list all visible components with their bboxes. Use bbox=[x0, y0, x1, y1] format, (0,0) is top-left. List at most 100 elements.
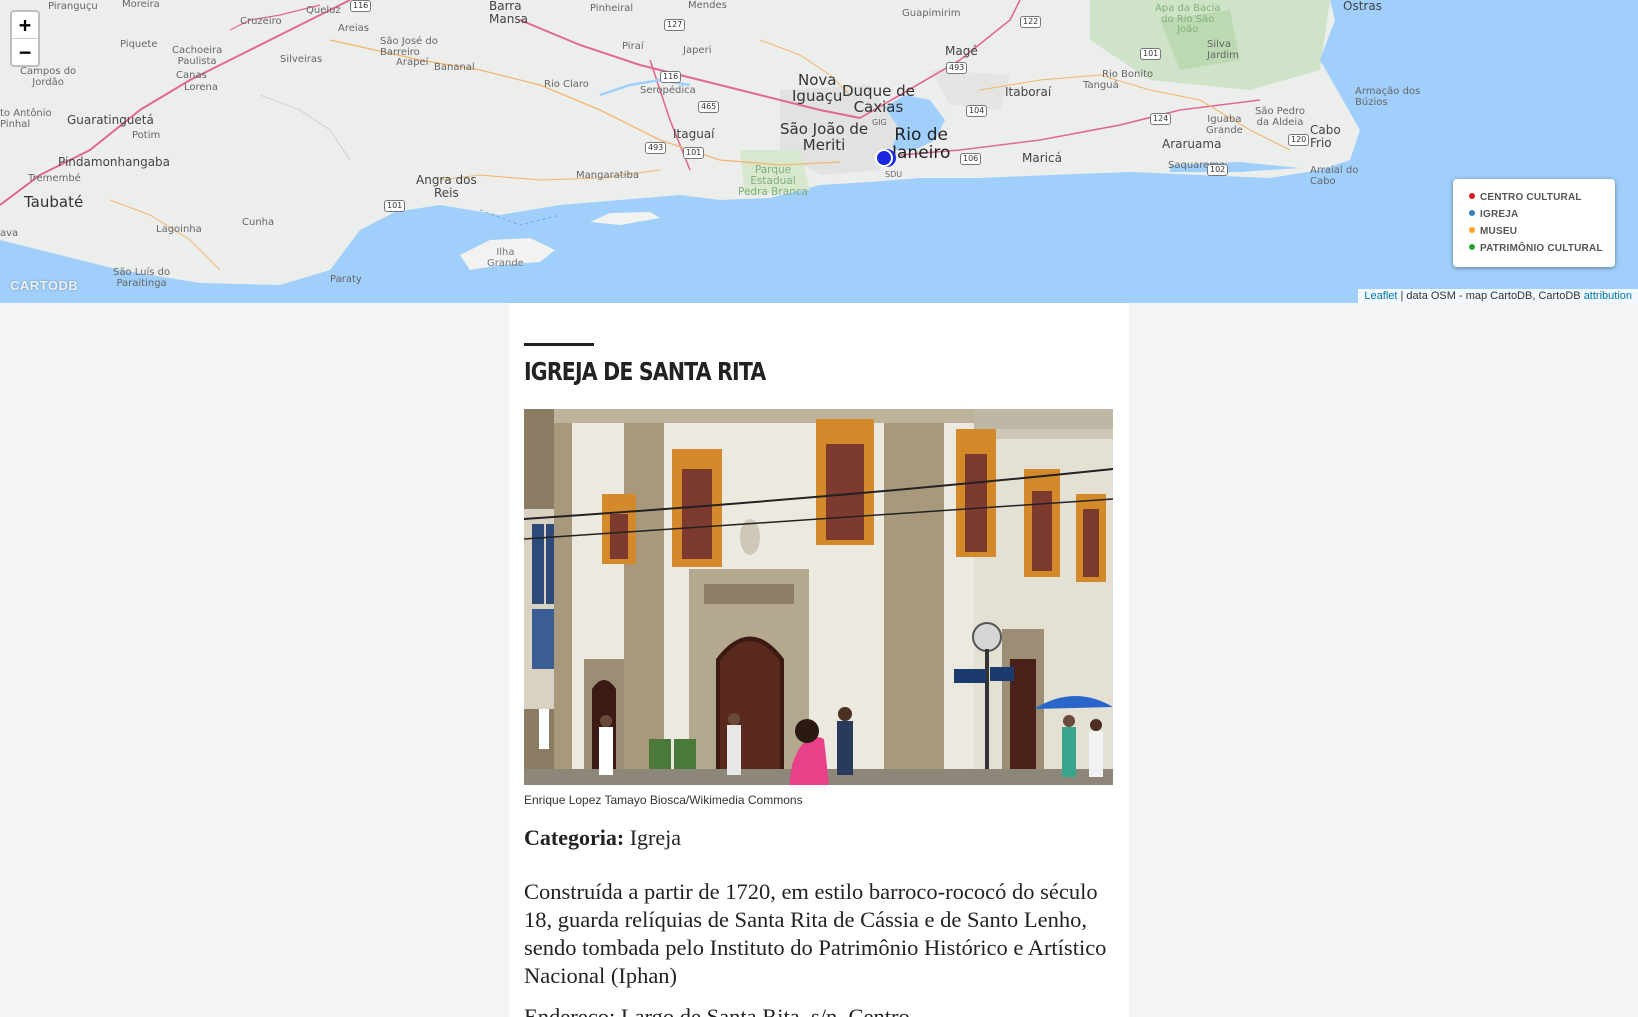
place-label: Araruama bbox=[1162, 137, 1222, 151]
place-label: Piraí bbox=[622, 41, 644, 52]
place-label: Cachoeira Paulista bbox=[172, 45, 223, 67]
legend-dot-icon bbox=[1469, 226, 1475, 233]
place-label: Lagoinha bbox=[156, 224, 202, 235]
place-label: Ilha Grande bbox=[487, 247, 524, 269]
place-label: Mendes bbox=[688, 0, 727, 11]
place-label: Iguaba Grande bbox=[1206, 114, 1243, 136]
road-shield: 104 bbox=[966, 105, 988, 117]
place-label: São Pedro da Aldeia bbox=[1255, 106, 1305, 128]
road-shield: 116 bbox=[660, 71, 682, 83]
place-label: Tanguá bbox=[1083, 80, 1119, 91]
road-shield: 465 bbox=[698, 101, 720, 113]
place-label: Magé bbox=[945, 44, 978, 58]
location-marker[interactable] bbox=[875, 149, 893, 167]
cartodb-logo: CARTODB bbox=[10, 278, 79, 293]
road-shield: 102 bbox=[1207, 164, 1229, 176]
place-label: Queluz bbox=[306, 5, 341, 16]
address-line: Endereço: Largo de Santa Rita, s/n, Cent… bbox=[524, 1004, 910, 1017]
place-label: Parque Estadual Pedra Branca bbox=[738, 164, 808, 199]
map-attribution: Leaflet | data OSM - map CartoDB, CartoD… bbox=[1358, 289, 1638, 303]
place-label: Piquete bbox=[120, 39, 158, 50]
place-label: Rio Claro bbox=[544, 79, 589, 90]
legend-dot-icon bbox=[1469, 192, 1475, 199]
road-shield: 122 bbox=[1020, 16, 1042, 28]
place-label: Bananal bbox=[434, 62, 475, 73]
place-label: Itaboraí bbox=[1005, 85, 1052, 99]
place-label: Taubaté bbox=[24, 193, 84, 211]
road-shield: 101 bbox=[1140, 48, 1162, 60]
category-line: Categoria: Igreja bbox=[524, 825, 681, 851]
place-label: GIG bbox=[872, 118, 887, 127]
place-label: to Antônio Pinhal bbox=[0, 108, 52, 130]
legend-dot-icon bbox=[1469, 209, 1475, 216]
place-label: São José do Barreiro bbox=[380, 36, 438, 58]
road-shield: 127 bbox=[664, 19, 686, 31]
place-label: Moreira bbox=[122, 0, 160, 10]
place-label: Japeri bbox=[683, 45, 712, 56]
legend-item-museu: MUSEU bbox=[1469, 223, 1615, 240]
place-label: Arapeí bbox=[396, 57, 429, 68]
legend-label: IGREJA bbox=[1480, 209, 1519, 220]
legend-item-igreja: IGREJA bbox=[1469, 206, 1615, 223]
place-label: Guaratinguetá bbox=[67, 113, 154, 127]
place-label: Seropédica bbox=[640, 85, 696, 96]
place-label: São João de Meriti bbox=[780, 120, 869, 154]
place-description: Construída a partir de 1720, em estilo b… bbox=[524, 879, 1107, 988]
legend-label: CENTRO CULTURAL bbox=[1480, 192, 1582, 203]
place-label: Rio de Janeiro bbox=[892, 125, 951, 163]
place-label: Areias bbox=[338, 23, 370, 34]
map[interactable]: Piranguçu Moreira Cruzeiro Queluz Areias… bbox=[0, 0, 1638, 303]
place-label: Silveiras bbox=[280, 54, 323, 65]
church-photo-image bbox=[524, 409, 1113, 785]
place-label: Canas bbox=[176, 70, 207, 81]
legend-item-patrimonio-cultural: PATRIMÔNIO CULTURAL bbox=[1469, 240, 1615, 257]
category-label: Categoria: bbox=[524, 825, 625, 850]
place-label: Arraial do Cabo bbox=[1310, 165, 1359, 187]
place-label: São Luís do Paraitinga bbox=[113, 267, 171, 289]
place-label: Itaguaí bbox=[673, 127, 715, 141]
title-rule bbox=[524, 343, 594, 346]
road-shield: 116 bbox=[350, 0, 372, 12]
category-value: Igreja bbox=[624, 825, 681, 850]
church-photo bbox=[524, 409, 1113, 785]
place-label: Guapimirim bbox=[902, 8, 961, 19]
place-label: Angra dos Reis bbox=[416, 173, 477, 200]
place-label: Campos do Jordão bbox=[20, 66, 77, 88]
legend-item-centro-cultural: CENTRO CULTURAL bbox=[1469, 189, 1615, 206]
place-detail-panel: IGREJA DE SANTA RITA Enrique Lopez Tamay… bbox=[509, 303, 1129, 1017]
leaflet-link[interactable]: Leaflet bbox=[1364, 290, 1397, 302]
place-label: Ostras bbox=[1343, 0, 1382, 13]
map-legend: CENTRO CULTURAL IGREJA MUSEU PATRIMÔNIO … bbox=[1453, 179, 1615, 267]
place-label: Nova Iguaçu bbox=[792, 71, 843, 105]
place-label: Pinheiral bbox=[590, 3, 634, 14]
place-label: SDU bbox=[885, 170, 903, 179]
place-label: Maricá bbox=[1022, 151, 1062, 165]
place-label: Duque de Caxias bbox=[842, 82, 915, 116]
place-label: Piranguçu bbox=[48, 1, 98, 12]
road-shield: 106 bbox=[960, 153, 982, 165]
road-shield: 101 bbox=[384, 200, 406, 212]
place-label: Paraty bbox=[330, 274, 362, 285]
place-label: Barra Mansa bbox=[489, 0, 528, 26]
zoom-control: + − bbox=[10, 10, 40, 67]
road-shield: 120 bbox=[1288, 134, 1310, 146]
attribution-link[interactable]: attribution bbox=[1584, 290, 1632, 302]
place-label: Apa da Bacia do Rio São João bbox=[1155, 3, 1221, 35]
road-shield: 493 bbox=[946, 62, 968, 74]
legend-label: MUSEU bbox=[1480, 226, 1518, 237]
place-label: Cabo Frio bbox=[1310, 123, 1341, 150]
legend-label: PATRIMÔNIO CULTURAL bbox=[1480, 243, 1603, 254]
place-label: Pindamonhangaba bbox=[58, 155, 171, 169]
place-label: Cruzeiro bbox=[240, 16, 282, 27]
place-label: Potim bbox=[132, 130, 161, 141]
place-label: ava bbox=[0, 228, 19, 239]
place-label: Silva Jardim bbox=[1207, 39, 1239, 61]
place-title: IGREJA DE SANTA RITA bbox=[524, 357, 766, 386]
road-shield: 101 bbox=[683, 147, 705, 159]
place-label: Lorena bbox=[184, 82, 219, 93]
zoom-in-button[interactable]: + bbox=[12, 12, 38, 38]
place-label: Armação dos Búzios bbox=[1355, 86, 1421, 108]
legend-dot-icon bbox=[1469, 243, 1475, 250]
zoom-out-button[interactable]: − bbox=[12, 38, 38, 65]
place-label: Rio Bonito bbox=[1102, 69, 1154, 80]
